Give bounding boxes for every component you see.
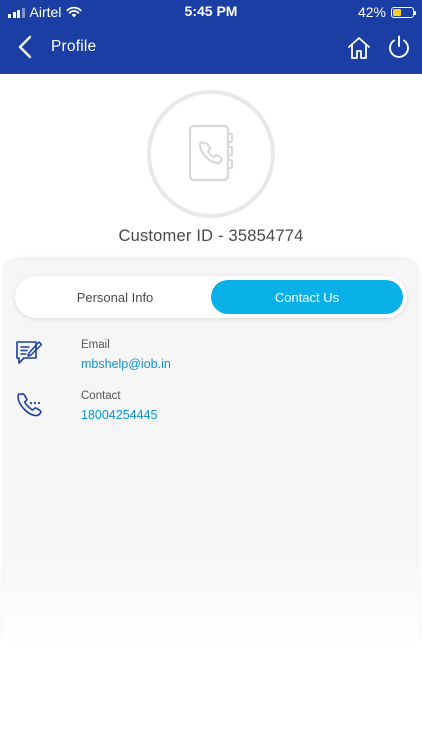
email-label: Email: [81, 339, 110, 351]
battery-icon: [391, 6, 416, 18]
app-header: Airtel 5:45 PM 42% Profile: [0, 0, 422, 74]
phone-value[interactable]: 18004254445: [81, 408, 157, 422]
phone-label: Contact: [81, 390, 121, 402]
chevron-left-icon: [18, 35, 32, 59]
email-row: Email mbshelp@iob.in: [3, 338, 419, 384]
back-button[interactable]: [12, 32, 38, 62]
contact-book-icon: [188, 124, 233, 182]
profile-card: Personal Info Contact Us Email mbshelp@i…: [3, 260, 419, 640]
status-bar: Airtel 5:45 PM 42%: [0, 0, 422, 24]
nav-bar: Profile: [0, 24, 422, 74]
tab-bar: Personal Info Contact Us: [15, 276, 407, 318]
power-icon: [389, 35, 409, 58]
home-button[interactable]: [345, 34, 373, 62]
phone-row: Contact 18004254445: [3, 389, 419, 435]
phone-icon: [17, 393, 42, 417]
email-value[interactable]: mbshelp@iob.in: [81, 357, 171, 371]
battery-level: [393, 8, 401, 16]
email-icon: [16, 341, 43, 364]
status-right: 42%: [357, 4, 416, 20]
page-title: Profile: [51, 38, 97, 55]
customer-id: Customer ID - 35854774: [118, 227, 304, 245]
profile-avatar: [147, 90, 275, 218]
battery-percent: 42%: [357, 4, 386, 20]
tab-personal-info[interactable]: Personal Info: [19, 280, 211, 314]
home-icon: [348, 37, 370, 59]
logout-button[interactable]: [385, 33, 413, 61]
tab-contact-us[interactable]: Contact Us: [211, 280, 403, 314]
